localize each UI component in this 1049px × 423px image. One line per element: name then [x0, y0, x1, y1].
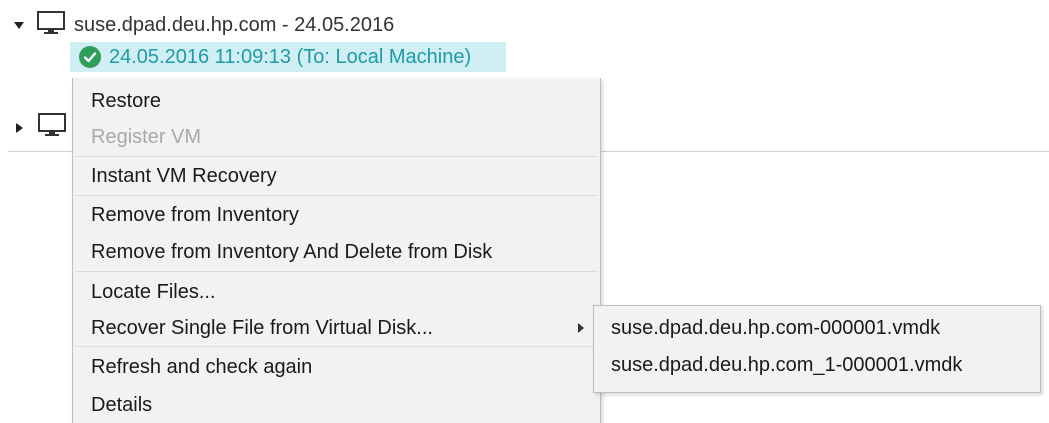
host-label: suse.dpad.deu.hp.com - 24.05.2016: [74, 14, 395, 36]
menu-item-refresh[interactable]: Refresh and check again: [73, 356, 600, 379]
menu-separator: [75, 271, 598, 272]
menu-separator: [75, 195, 598, 196]
expand-caret-icon[interactable]: [14, 22, 24, 29]
submenu-item-vmdk-1[interactable]: suse.dpad.deu.hp.com-000001.vmdk: [594, 317, 1040, 340]
submenu-item-vmdk-2[interactable]: suse.dpad.deu.hp.com_1-000001.vmdk: [594, 354, 1040, 377]
menu-item-remove-and-delete[interactable]: Remove from Inventory And Delete from Di…: [73, 241, 600, 264]
tree-node-backup-selected[interactable]: 24.05.2016 11:09:13 (To: Local Machine): [70, 42, 506, 72]
tree-node-host-2[interactable]: [16, 112, 67, 143]
backup-tree-view: suse.dpad.deu.hp.com - 24.05.2016 24.05.…: [0, 0, 1049, 423]
menu-item-details[interactable]: Details: [73, 394, 600, 417]
vmdk-submenu: suse.dpad.deu.hp.com-000001.vmdk suse.dp…: [593, 305, 1041, 393]
context-menu: Restore Register VM Instant VM Recovery …: [72, 78, 601, 423]
menu-item-recover-single-file[interactable]: Recover Single File from Virtual Disk...: [73, 317, 600, 340]
menu-separator: [75, 346, 598, 347]
menu-item-restore[interactable]: Restore: [73, 90, 600, 113]
menu-separator: [75, 156, 598, 157]
menu-item-locate-files[interactable]: Locate Files...: [73, 281, 600, 304]
submenu-arrow-icon: [578, 323, 584, 333]
menu-item-register-vm: Register VM: [91, 126, 202, 148]
menu-item-instant-vm-recovery[interactable]: Instant VM Recovery: [73, 165, 600, 188]
monitor-icon: [36, 10, 66, 41]
tree-node-host-1[interactable]: suse.dpad.deu.hp.com - 24.05.2016: [14, 10, 394, 41]
menu-item-remove-from-inventory[interactable]: Remove from Inventory: [73, 204, 600, 227]
success-check-icon: [79, 46, 101, 68]
monitor-icon: [37, 112, 67, 143]
collapse-caret-icon[interactable]: [16, 122, 23, 133]
backup-label: 24.05.2016 11:09:13 (To: Local Machine): [109, 45, 472, 68]
